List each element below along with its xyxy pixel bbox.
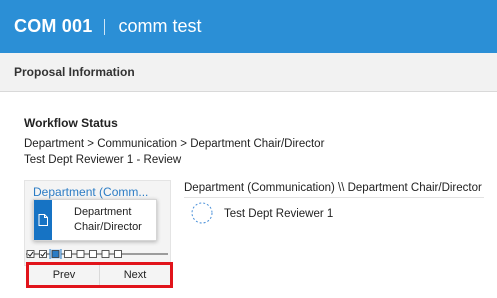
detail-divider bbox=[184, 197, 484, 198]
document-icon bbox=[34, 200, 52, 240]
workflow-step-current[interactable] bbox=[49, 249, 62, 259]
prev-button[interactable]: Prev bbox=[29, 265, 99, 285]
workflow-step-pending[interactable] bbox=[89, 250, 97, 258]
workflow-step-pending[interactable] bbox=[101, 250, 110, 258]
section-header[interactable]: Proposal Information bbox=[0, 53, 497, 92]
workflow-step-pending[interactable] bbox=[114, 250, 122, 258]
page-header: COM 001 comm test bbox=[0, 0, 497, 53]
workflow-step-pending[interactable] bbox=[64, 250, 72, 258]
pending-reviewer-icon bbox=[191, 202, 213, 224]
next-button[interactable]: Next bbox=[99, 265, 170, 285]
header-divider bbox=[104, 18, 106, 35]
workflow-current-step: Test Dept Reviewer 1 - Review bbox=[24, 154, 182, 166]
workflow-step-pending[interactable] bbox=[76, 250, 85, 258]
section-title: Proposal Information bbox=[14, 65, 135, 79]
workflow-node-tooltip[interactable]: Department Chair/Director bbox=[33, 199, 157, 241]
course-code: COM 001 bbox=[14, 16, 93, 36]
workflow-heading: Workflow Status bbox=[24, 116, 118, 130]
course-title: comm test bbox=[118, 16, 202, 36]
reviewer-name: Test Dept Reviewer 1 bbox=[224, 208, 334, 220]
workflow-nav: Prev Next bbox=[26, 262, 173, 288]
workflow-step-complete[interactable] bbox=[26, 250, 35, 258]
workflow-path: Department > Communication > Department … bbox=[24, 138, 325, 150]
workflow-node-title[interactable]: Department (Comm... bbox=[33, 185, 148, 199]
tooltip-label: Department Chair/Director bbox=[74, 206, 142, 233]
detail-path: Department (Communication) \\ Department… bbox=[184, 182, 482, 194]
workflow-step-complete[interactable] bbox=[39, 250, 47, 258]
workflow-step-track[interactable] bbox=[26, 249, 168, 259]
